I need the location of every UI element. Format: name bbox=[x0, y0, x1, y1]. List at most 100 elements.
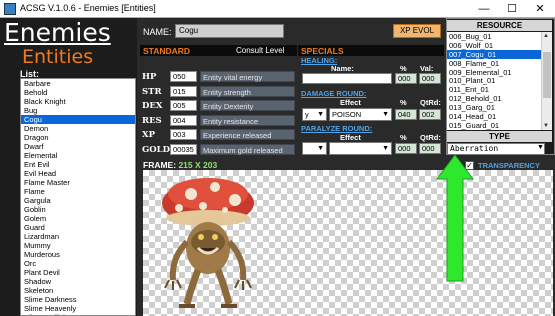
stat-label-dex: DEX bbox=[142, 101, 163, 111]
resource-item[interactable]: 010_Plant_01 bbox=[447, 76, 552, 86]
consult-level-link[interactable]: Consult Level bbox=[236, 46, 284, 55]
list-item[interactable]: Ent Evil bbox=[21, 160, 135, 169]
healing-pct-input[interactable]: 000 bbox=[395, 73, 417, 84]
list-item[interactable]: Goblin bbox=[21, 205, 135, 214]
list-item[interactable]: Elemental bbox=[21, 151, 135, 160]
list-item[interactable]: Guard bbox=[21, 223, 135, 232]
close-button[interactable]: ✕ bbox=[526, 1, 554, 17]
stat-value-dex[interactable]: 005 bbox=[170, 100, 197, 111]
maximize-button[interactable]: ☐ bbox=[498, 1, 526, 17]
list-item[interactable]: Black Knight bbox=[21, 97, 135, 106]
resource-item[interactable]: 013_Garg_01 bbox=[447, 103, 552, 112]
list-item[interactable]: Demon bbox=[21, 124, 135, 133]
transparency-label: TRANSPARENCY bbox=[478, 161, 540, 170]
title-bar: ACSG V.1.0.6 - Enemies [Entities] — ☐ ✕ bbox=[0, 0, 555, 18]
resource-title: RESOURCE bbox=[447, 20, 552, 31]
list-item[interactable]: Dwarf bbox=[21, 142, 135, 151]
list-item[interactable]: Bug bbox=[21, 106, 135, 115]
resource-scrollbar[interactable]: ▲ ▼ bbox=[541, 32, 552, 130]
damage-qtrd-label: QtRd: bbox=[420, 98, 441, 107]
healing-val-input[interactable]: 000 bbox=[419, 73, 441, 84]
list-item[interactable]: Evil Head bbox=[21, 169, 135, 178]
resource-item[interactable]: 011_Ent_01 bbox=[447, 85, 552, 94]
stat-label-xp: XP bbox=[142, 130, 155, 140]
paralyze-qtrd-label: QtRd: bbox=[420, 133, 441, 142]
damage-qtrd-input[interactable]: 002 bbox=[419, 109, 441, 120]
resource-list[interactable]: 006_Bug_01 006_Wolf_01 007_Cogu_01 008_Flam… bbox=[447, 32, 552, 130]
list-item[interactable]: Mummy bbox=[21, 241, 135, 250]
list-item[interactable]: Orc bbox=[21, 259, 135, 268]
list-item[interactable]: Shadow bbox=[21, 277, 135, 286]
paralyze-round-label: PARALYZE ROUND: bbox=[301, 124, 373, 133]
chevron-down-icon[interactable]: ▼ bbox=[537, 144, 544, 151]
healing-val-label: Val: bbox=[420, 64, 434, 73]
list-item[interactable]: Barbare bbox=[21, 79, 135, 88]
damage-effect-select[interactable]: POISON ▼ bbox=[329, 108, 392, 121]
list-item[interactable]: Dragon bbox=[21, 133, 135, 142]
damage-flag-value: y bbox=[305, 110, 309, 119]
minimize-button[interactable]: — bbox=[470, 1, 498, 17]
list-item[interactable]: Murderous bbox=[21, 250, 135, 259]
list-item[interactable]: Cogu bbox=[21, 115, 135, 124]
damage-pct-input[interactable]: 040 bbox=[395, 109, 417, 120]
resource-item[interactable]: 008_Flame_01 bbox=[447, 59, 552, 68]
paralyze-pct-input[interactable]: 000 bbox=[395, 143, 417, 154]
frame-canvas[interactable] bbox=[143, 170, 553, 316]
list-item[interactable]: Flame Master bbox=[21, 178, 135, 187]
resource-item[interactable]: 014_Head_01 bbox=[447, 112, 552, 121]
creature-sprite bbox=[162, 178, 254, 308]
list-item[interactable]: Flame bbox=[21, 187, 135, 196]
stat-value-str[interactable]: 015 bbox=[170, 86, 197, 97]
frame-label: FRAME: 215 X 203 bbox=[143, 160, 217, 170]
healing-name-input[interactable] bbox=[302, 73, 392, 84]
stat-label-gold: GOLD bbox=[142, 145, 171, 155]
specials-title: SPECIALS bbox=[301, 46, 344, 56]
resource-item[interactable]: 007_Cogu_01 bbox=[447, 49, 552, 59]
resource-item[interactable]: 012_Behold_01 bbox=[447, 94, 552, 103]
damage-effect-value: POISON bbox=[332, 110, 362, 119]
stat-value-gold[interactable]: 00035 bbox=[170, 144, 197, 155]
list-item[interactable]: Golem bbox=[21, 214, 135, 223]
damage-round-label: DAMAGE ROUND: bbox=[301, 89, 367, 98]
scroll-up-icon[interactable]: ▲ bbox=[543, 33, 549, 39]
chevron-down-icon: ▼ bbox=[382, 111, 389, 118]
frame-size: 215 X 203 bbox=[178, 160, 218, 170]
entity-list[interactable]: Barbare Behold Black Knight Bug Cogu Demon Dra… bbox=[20, 78, 136, 316]
stat-desc-hp: Entity vital energy bbox=[200, 71, 295, 82]
list-item[interactable]: Gargula bbox=[21, 196, 135, 205]
standard-title: STANDARD bbox=[143, 46, 191, 56]
window-title: ACSG V.1.0.6 - Enemies [Entities] bbox=[20, 3, 156, 13]
stat-value-hp[interactable]: 050 bbox=[170, 71, 197, 82]
paralyze-flag-select[interactable]: ▼ bbox=[302, 142, 327, 155]
name-input[interactable]: Cogu bbox=[175, 24, 284, 38]
paralyze-effect-label: Effect bbox=[340, 133, 361, 142]
list-item[interactable]: Behold bbox=[21, 88, 135, 97]
stat-value-res[interactable]: 004 bbox=[170, 115, 197, 126]
resource-item[interactable]: 006_Bug_01 bbox=[447, 32, 552, 41]
list-item[interactable]: Skeleton bbox=[21, 286, 135, 295]
chevron-down-icon: ▼ bbox=[382, 145, 389, 152]
brand-title: Enemies bbox=[4, 18, 111, 47]
resource-item[interactable]: 006_Wolf_01 bbox=[447, 41, 552, 50]
xp-evol-button[interactable]: XP EVOL bbox=[393, 24, 441, 38]
list-item[interactable]: Plant Devil bbox=[21, 268, 135, 277]
healing-pct-label: % bbox=[400, 64, 407, 73]
green-arrow-icon bbox=[436, 154, 474, 282]
list-item[interactable]: Lizardman bbox=[21, 232, 135, 241]
stat-label-hp: HP bbox=[142, 72, 157, 82]
paralyze-effect-select[interactable]: ▼ bbox=[329, 142, 392, 155]
damage-flag-select[interactable]: y ▼ bbox=[302, 108, 327, 121]
resource-item[interactable]: 015_Guard_01 bbox=[447, 121, 552, 130]
stat-desc-str: Entity strength bbox=[200, 86, 295, 97]
left-pane: Enemies Entities List: Barbare Behold Blac… bbox=[0, 18, 137, 316]
healing-name-label: Name: bbox=[331, 64, 354, 73]
scroll-down-icon[interactable]: ▼ bbox=[543, 123, 549, 129]
scroll-thumb[interactable] bbox=[543, 52, 551, 98]
resource-item[interactable]: 009_Elemental_01 bbox=[447, 68, 552, 77]
type-title: TYPE bbox=[447, 131, 552, 142]
damage-effect-label: Effect bbox=[340, 98, 361, 107]
list-item[interactable]: Slime Heavenly bbox=[21, 304, 135, 313]
stat-value-xp[interactable]: 003 bbox=[170, 129, 197, 140]
list-item[interactable]: Slime Darkness bbox=[21, 295, 135, 304]
brand-subtitle: Entities bbox=[22, 46, 94, 68]
